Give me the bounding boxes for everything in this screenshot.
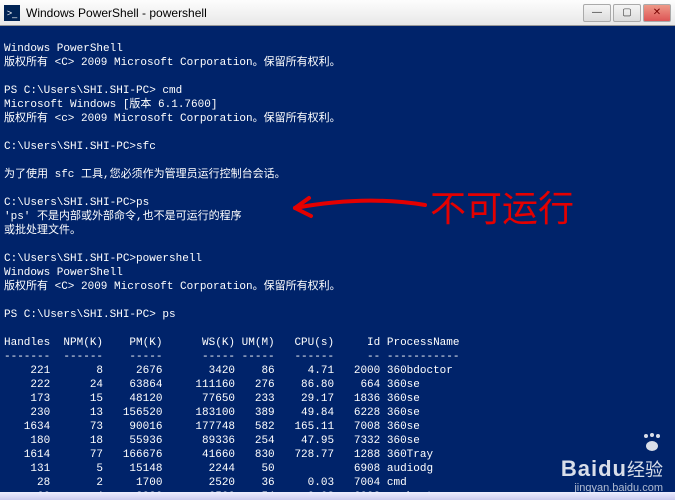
watermark: Baidu经验 jingyan.baidu.com [561,431,663,494]
powershell-icon: >_ [4,5,20,21]
maximize-button[interactable]: ▢ [613,4,641,22]
table-header: Handles NPM(K) PM(K) WS(K) UM(M) CPU(s) … [4,337,459,349]
table-sep: ------- ------ ----- ----- ----- ------ … [4,351,459,363]
error-line: 或批处理文件。 [4,225,81,237]
table-row: 1634 73 90016 177748 582 165.11 7008 360… [4,421,420,433]
line: 版权所有 <C> 2009 Microsoft Corporation。保留所有… [4,57,341,69]
line: 版权所有 <c> 2009 Microsoft Corporation。保留所有… [4,113,341,125]
watermark-brand: Baidu [561,456,627,481]
table-row: 230 13 156520 183100 389 49.84 6228 360s… [4,407,420,419]
table-row: 131 5 15148 2244 50 6908 audiodg [4,463,433,475]
table-row: 180 18 55936 89336 254 47.95 7332 360se [4,435,420,447]
paw-icon [641,431,663,453]
prompt-line: PS C:\Users\SHI.SHI-PC> ps [4,309,176,321]
window-title: Windows PowerShell - powershell [26,6,207,20]
close-button[interactable]: ✕ [643,4,671,22]
line: Windows PowerShell [4,43,123,55]
table-row: 173 15 48120 77650 233 29.17 1836 360se [4,393,420,405]
error-line: 'ps' 不是内部或外部命令,也不是可运行的程序 [4,211,242,223]
line: Windows PowerShell [4,267,123,279]
prompt-line: C:\Users\SHI.SHI-PC>ps [4,197,149,209]
table-row: 222 24 63864 111160 276 86.80 664 360se [4,379,420,391]
table-row: 221 8 2676 3420 86 4.71 2000 360bdoctor [4,365,453,377]
terminal-output[interactable]: Windows PowerShell 版权所有 <C> 2009 Microso… [0,26,675,500]
minimize-button[interactable]: — [583,4,611,22]
prompt-line: C:\Users\SHI.SHI-PC>powershell [4,253,202,265]
table-row: 1614 77 166676 41660 830 728.77 1288 360… [4,449,433,461]
watermark-sub: 经验 [627,460,663,480]
line: Microsoft Windows [版本 6.1.7600] [4,99,217,111]
prompt-line: PS C:\Users\SHI.SHI-PC> cmd [4,85,182,97]
table-row: 28 2 1700 2520 36 0.03 7004 cmd [4,477,407,489]
taskbar[interactable] [0,492,675,500]
titlebar: >_ Windows PowerShell - powershell — ▢ ✕ [0,0,675,26]
line: 版权所有 <C> 2009 Microsoft Corporation。保留所有… [4,281,341,293]
prompt-line: C:\Users\SHI.SHI-PC>sfc [4,141,156,153]
line: 为了使用 sfc 工具,您必须作为管理员运行控制台会话。 [4,169,286,181]
